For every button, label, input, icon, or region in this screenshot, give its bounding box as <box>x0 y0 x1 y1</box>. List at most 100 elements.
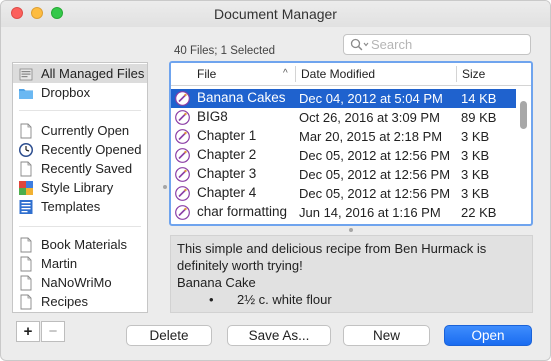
sidebar-item-templates[interactable]: Templates <box>13 197 147 216</box>
file-size: 14 KB <box>461 91 497 106</box>
document-icon <box>20 237 32 252</box>
sidebar-item-all-managed-files[interactable]: All Managed Files <box>13 64 147 83</box>
file-name: Chapter 3 <box>197 166 257 181</box>
file-date: Dec 05, 2012 at 12:56 PM <box>299 148 451 163</box>
delete-button[interactable]: Delete <box>126 325 212 346</box>
document-icon <box>20 294 32 309</box>
column-header-file[interactable]: File <box>197 67 216 81</box>
column-header-date-modified[interactable]: Date Modified <box>301 67 375 81</box>
file-date: Mar 20, 2015 at 2:18 PM <box>299 129 443 144</box>
file-list-table: File ^ Date Modified Size Banana Cakes D… <box>169 61 533 226</box>
sidebar-item-recipes[interactable]: Recipes <box>13 292 147 311</box>
managed-files-icon <box>19 68 33 80</box>
table-row[interactable]: BIG8 Oct 26, 2016 at 3:09 PM 89 KB <box>171 108 516 127</box>
column-header-size[interactable]: Size <box>462 67 485 81</box>
table-row[interactable]: Chapter 3 Dec 05, 2012 at 12:56 PM 3 KB <box>171 165 516 184</box>
table-row[interactable]: char formatting Jun 14, 2016 at 1:16 PM … <box>171 203 516 222</box>
preview-bullet: • <box>209 292 214 307</box>
file-date: Dec 04, 2012 at 5:04 PM <box>299 91 443 106</box>
table-row[interactable]: Banana Cakes Dec 04, 2012 at 5:04 PM 14 … <box>171 89 516 108</box>
word-document-icon <box>175 110 190 125</box>
column-divider[interactable] <box>456 66 457 82</box>
file-size: 22 KB <box>461 205 497 220</box>
file-name: Chapter 2 <box>197 147 257 162</box>
style-library-icon <box>19 180 33 195</box>
file-date: Dec 05, 2012 at 12:56 PM <box>299 186 451 201</box>
document-icon <box>20 275 32 290</box>
word-document-icon <box>175 167 190 182</box>
column-divider[interactable] <box>295 66 296 82</box>
vertical-splitter-handle[interactable] <box>163 185 167 189</box>
table-scrollbar[interactable] <box>518 87 530 222</box>
search-icon[interactable] <box>350 38 370 52</box>
sidebar-item-currently-open[interactable]: Currently Open <box>13 121 147 140</box>
sidebar-item-recently-opened[interactable]: Recently Opened <box>13 140 147 159</box>
file-count-label: 40 Files; 1 Selected <box>174 45 276 57</box>
preview-text-line: This simple and delicious recipe from Be… <box>177 241 487 256</box>
word-document-icon <box>175 205 190 220</box>
sidebar-item-label: Templates <box>41 199 101 214</box>
word-document-icon <box>175 186 190 201</box>
document-icon <box>20 161 32 176</box>
sidebar-divider <box>19 226 141 227</box>
sidebar-item-label: Recently Opened <box>41 142 142 157</box>
sidebar-item-label: Style Library <box>41 180 114 195</box>
table-row[interactable]: Chapter 1 Mar 20, 2015 at 2:18 PM 3 KB <box>171 127 516 146</box>
word-document-icon <box>175 91 190 106</box>
word-document-icon <box>175 148 190 163</box>
sidebar-divider <box>19 110 141 111</box>
clock-icon <box>19 142 33 157</box>
table-row[interactable]: Chapter 2 Dec 05, 2012 at 12:56 PM 3 KB <box>171 146 516 165</box>
table-row[interactable]: Chapter 4 Dec 05, 2012 at 12:56 PM 3 KB <box>171 184 516 203</box>
title-bar: Document Manager <box>1 1 550 27</box>
remove-collection-button[interactable]: − <box>41 321 65 342</box>
file-date: Oct 26, 2016 at 3:09 PM <box>299 110 440 125</box>
word-document-icon <box>175 129 190 144</box>
sidebar-item-label: Currently Open <box>41 123 130 138</box>
sidebar-item-book-materials[interactable]: Book Materials <box>13 235 147 254</box>
preview-bullet-text: 2½ c. white flour <box>237 292 332 307</box>
file-preview-pane: This simple and delicious recipe from Be… <box>170 235 533 313</box>
sidebar-item-dropbox[interactable]: Dropbox <box>13 83 147 102</box>
new-button[interactable]: New <box>343 325 430 346</box>
document-manager-window: Document Manager 40 Files; 1 Selected Al… <box>0 0 551 361</box>
search-input[interactable] <box>371 37 521 52</box>
folder-icon <box>19 88 33 99</box>
file-name: Banana Cakes <box>197 90 286 105</box>
preview-text-line: Banana Cake <box>177 275 256 290</box>
sidebar-item-label: Recipes <box>41 294 88 309</box>
sidebar-item-style-library[interactable]: Style Library <box>13 178 147 197</box>
document-icon <box>20 123 32 138</box>
window-title: Document Manager <box>214 6 337 22</box>
sort-ascending-icon[interactable]: ^ <box>283 68 288 79</box>
sidebar-item-nanowrimo[interactable]: NaNoWriMo <box>13 273 147 292</box>
preview-text-line: definitely worth trying! <box>177 258 303 273</box>
file-size: 89 KB <box>461 110 497 125</box>
file-name: Chapter 1 <box>197 128 257 143</box>
sidebar-item-label: Dropbox <box>41 85 91 100</box>
sidebar-item-label: NaNoWriMo <box>41 275 112 290</box>
document-icon <box>20 256 32 271</box>
save-as-button[interactable]: Save As... <box>227 325 331 346</box>
file-name: char formatting <box>197 204 288 219</box>
file-name: Chapter 4 <box>197 185 257 200</box>
search-field[interactable] <box>343 34 531 55</box>
scrollbar-thumb[interactable] <box>520 101 527 129</box>
open-button[interactable]: Open <box>444 325 532 346</box>
sidebar-item-label: Book Materials <box>41 237 127 252</box>
file-date: Dec 05, 2012 at 12:56 PM <box>299 167 451 182</box>
table-header: File ^ Date Modified Size <box>171 63 531 86</box>
file-size: 3 KB <box>461 148 490 163</box>
horizontal-splitter-handle[interactable] <box>349 228 353 232</box>
sidebar-item-label: All Managed Files <box>41 66 145 81</box>
templates-icon <box>19 199 33 214</box>
sidebar-item-martin[interactable]: Martin <box>13 254 147 273</box>
file-size: 3 KB <box>461 129 490 144</box>
file-size: 3 KB <box>461 186 490 201</box>
sidebar-item-label: Martin <box>41 256 78 271</box>
sidebar-item-recently-saved[interactable]: Recently Saved <box>13 159 147 178</box>
file-date: Jun 14, 2016 at 1:16 PM <box>299 205 441 220</box>
sidebar-item-label: Recently Saved <box>41 161 133 176</box>
add-collection-button[interactable]: + <box>16 321 40 342</box>
file-size: 3 KB <box>461 167 490 182</box>
